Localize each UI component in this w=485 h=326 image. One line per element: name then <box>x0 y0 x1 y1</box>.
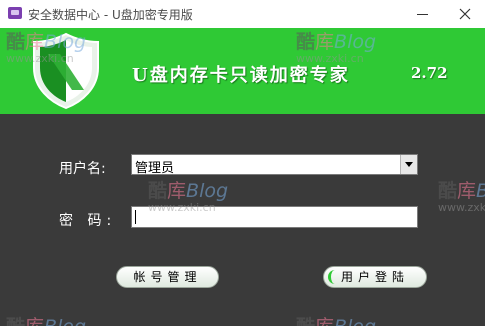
window-title: 安全数据中心 - U盘加密专用版 <box>28 8 193 22</box>
username-label: 用户名: <box>59 161 106 177</box>
login-panel: 用户名: 管理员 密 码: 帐号管理 用户登陆 <box>0 114 485 326</box>
app-icon <box>8 7 22 19</box>
app-window: 安全数据中心 - U盘加密专用版 U盘内存卡只读加密专家 2.72 用户名: 管… <box>0 0 485 326</box>
password-label: 密 码: <box>59 213 117 229</box>
text-caret <box>135 210 136 224</box>
username-dropdown[interactable]: 管理员 <box>131 154 418 176</box>
version-label: 2.72 <box>411 64 448 82</box>
username-value: 管理员 <box>135 161 175 176</box>
account-manage-button[interactable]: 帐号管理 <box>116 266 219 288</box>
login-button[interactable]: 用户登陆 <box>323 266 427 288</box>
minimize-button[interactable] <box>402 0 442 28</box>
close-button[interactable] <box>445 0 485 28</box>
banner-title: U盘内存卡只读加密专家 <box>132 65 350 86</box>
password-input[interactable] <box>131 206 418 228</box>
shield-icon <box>33 32 99 110</box>
banner: U盘内存卡只读加密专家 2.72 <box>0 28 485 114</box>
close-icon <box>459 8 471 20</box>
title-bar: 安全数据中心 - U盘加密专用版 <box>0 0 485 29</box>
chevron-down-icon[interactable] <box>400 155 417 174</box>
